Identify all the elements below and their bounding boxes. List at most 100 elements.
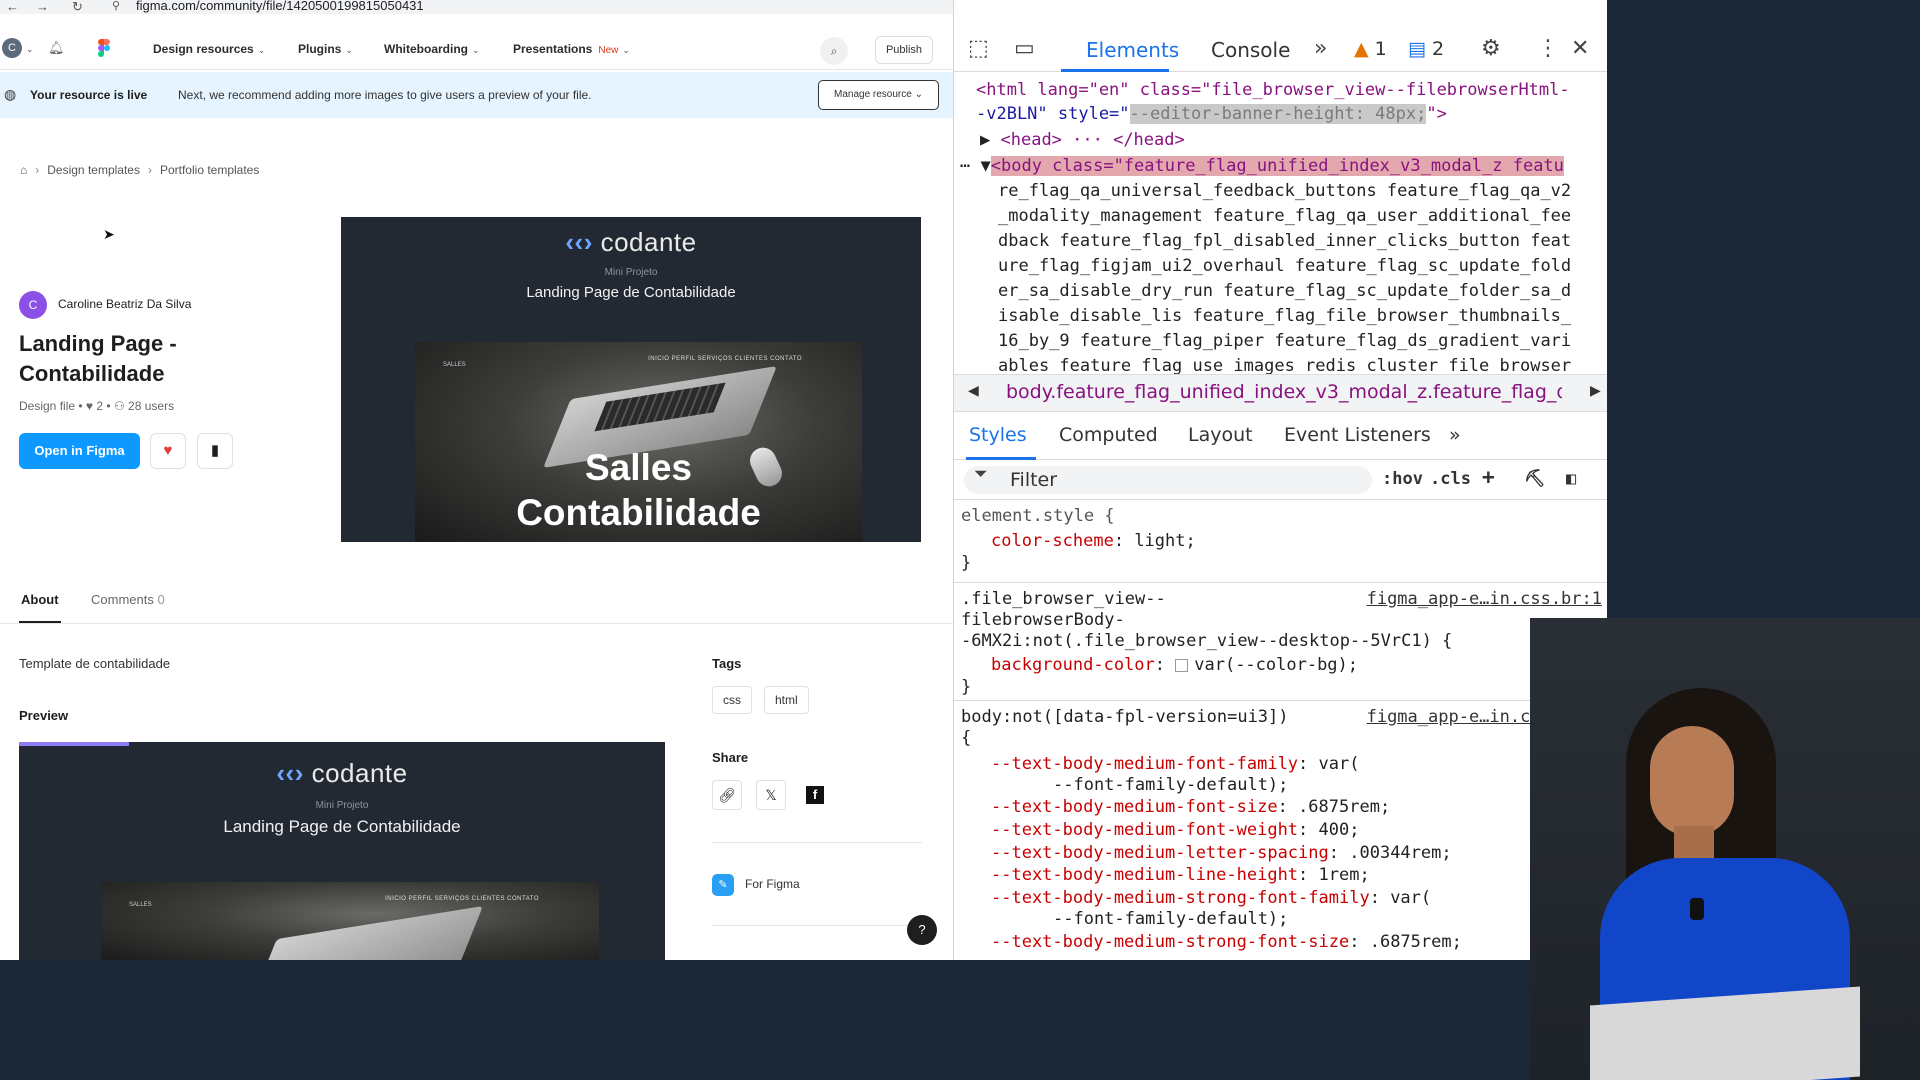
tab-about[interactable]: About — [21, 592, 59, 607]
nav-presentations[interactable]: Presentations New ⌄ — [513, 42, 630, 56]
chevron-right-icon: › — [35, 163, 40, 177]
share-x-button[interactable]: 𝕏 — [756, 780, 786, 810]
messages-counter[interactable]: ▤ 2 — [1408, 38, 1444, 60]
home-icon[interactable]: ⌂ — [20, 163, 27, 177]
rule-source-link[interactable]: figma_app-e…in.css.br:1 — [1367, 589, 1602, 610]
banner-message: Next, we recommend adding more images to… — [178, 88, 592, 102]
rule-selector[interactable]: body:not([data-fpl-version=ui3]) — [961, 707, 1289, 728]
dom-html-line[interactable]: <html lang="en" class="file_browser_view… — [976, 78, 1570, 103]
rule-close-brace: } — [961, 677, 972, 697]
forward-icon[interactable]: → — [36, 0, 49, 14]
breadcrumb-portfolio-templates[interactable]: Portfolio templates — [160, 163, 259, 177]
preview-image[interactable]: ‹‹› codante Mini Projeto Landing Page de… — [19, 746, 665, 960]
more-subtabs-icon[interactable]: » — [1449, 424, 1461, 446]
x-logo-icon: 𝕏 — [765, 787, 777, 803]
rule-property[interactable]: --text-body-medium-line-height: 1rem; — [991, 865, 1370, 886]
photo-logo-text: SALLES — [443, 362, 466, 368]
close-icon[interactable]: ✕ — [1571, 36, 1589, 61]
rule-property[interactable]: --text-body-medium-letter-spacing: .0034… — [991, 843, 1452, 864]
preview-photo: INICIO PERFIL SERVIÇOS CLIENTES CONTATO … — [101, 882, 599, 960]
notifications-bell-icon[interactable]: 🔔︎ — [48, 40, 65, 56]
rule-file-browser-body: .file_browser_view-- figma_app-e…in.css.… — [954, 583, 1607, 701]
tab-event-listeners[interactable]: Event Listeners — [1284, 424, 1431, 446]
manage-resource-button[interactable]: Manage resource ⌄ — [818, 80, 939, 110]
rule-property[interactable]: --text-body-medium-strong-font-family: v… — [991, 888, 1431, 909]
dom-breadcrumb-bar: ◀ body.feature_flag_unified_index_v3_mod… — [954, 374, 1607, 412]
rule-selector[interactable]: element.style { — [961, 506, 1115, 527]
globe-icon: ◍ — [4, 86, 17, 102]
rule-property[interactable]: color-scheme: light; — [991, 531, 1196, 552]
tab-elements[interactable]: Elements — [1086, 38, 1179, 62]
rule-property[interactable]: --text-body-medium-font-family: var( — [991, 754, 1359, 775]
dom-html-line-cont[interactable]: -v2BLN" style="--editor-banner-height: 4… — [976, 102, 1447, 127]
nav-design-resources[interactable]: Design resources ⌄ — [153, 42, 265, 56]
tab-comments[interactable]: Comments 0 — [91, 592, 165, 607]
file-meta: Design file • ♥ 2 • ⚇ 28 users — [19, 399, 175, 413]
bookmark-button[interactable]: ▮ — [197, 433, 233, 469]
device-toolbar-icon[interactable]: ▭ — [1014, 36, 1035, 61]
search-icon[interactable]: ⌕ — [820, 37, 848, 65]
toggle-sidebar-icon[interactable]: ◧ — [1566, 469, 1576, 489]
tags-label: Tags — [712, 656, 742, 671]
dom-head-line[interactable]: ▶ <head> ··· </head> — [980, 128, 1185, 153]
rule-selector[interactable]: .file_browser_view-- — [961, 589, 1166, 610]
like-button[interactable]: ♥ — [150, 433, 186, 469]
tab-layout[interactable]: Layout — [1188, 424, 1253, 446]
tag-html[interactable]: html — [764, 686, 809, 714]
tab-console[interactable]: Console — [1211, 38, 1290, 62]
dom-body-class-line: isable_disable_lis feature_flag_file_bro… — [998, 306, 1572, 326]
styles-subtabs: Styles Computed Layout Event Listeners » — [954, 412, 1607, 460]
rule-property[interactable]: --text-body-medium-font-weight: 400; — [991, 820, 1359, 841]
file-thumbnail[interactable]: ‹‹› codante Mini Projeto Landing Page de… — [341, 217, 921, 542]
dom-breadcrumb-path[interactable]: body.feature_flag_unified_index_v3_modal… — [1006, 381, 1562, 403]
tab-styles[interactable]: Styles — [969, 424, 1027, 446]
rule-selector[interactable]: filebrowserBody- — [961, 610, 1125, 631]
rule-property[interactable]: background-color: var(--color-bg); — [991, 655, 1358, 676]
dom-body-line[interactable]: ⋯ ▼<body class="feature_flag_unified_ind… — [960, 154, 1564, 179]
author-name[interactable]: Caroline Beatriz Da Silva — [58, 297, 191, 311]
codante-logo: ‹‹› codante — [565, 227, 697, 257]
tag-css[interactable]: css — [712, 686, 752, 714]
open-in-figma-button[interactable]: Open in Figma — [19, 433, 140, 469]
url-text[interactable]: figma.com/community/file/142050019981505… — [136, 0, 424, 13]
more-tabs-icon[interactable]: » — [1314, 36, 1327, 61]
styles-filter-input[interactable]: Filter — [964, 466, 1372, 494]
site-info-icon[interactable]: ⚲ — [112, 0, 120, 12]
color-swatch[interactable] — [1175, 658, 1189, 672]
share-label: Share — [712, 750, 749, 765]
rule-element-style: element.style { color-scheme: light; } — [954, 500, 1607, 583]
nav-plugins[interactable]: Plugins ⌄ — [298, 42, 353, 56]
new-rule-icon[interactable]: + — [1482, 465, 1495, 489]
dom-body-class-line: _modality_management feature_flag_qa_use… — [998, 206, 1572, 226]
publish-button[interactable]: Publish — [875, 36, 933, 64]
chevron-down-icon: ⌄ — [622, 45, 630, 55]
copy-link-button[interactable]: 🔗︎ — [712, 780, 742, 810]
scroll-right-icon[interactable]: ▶ — [1590, 383, 1601, 399]
rule-property[interactable]: --text-body-medium-strong-font-size: .68… — [991, 932, 1462, 953]
rule-property[interactable]: --text-body-medium-font-size: .6875rem; — [991, 797, 1390, 818]
account-avatar[interactable]: C — [2, 38, 22, 58]
facebook-icon: f — [806, 786, 824, 804]
scroll-left-icon[interactable]: ◀ — [968, 383, 979, 399]
inspect-element-icon[interactable]: ⬚ — [968, 36, 989, 61]
breadcrumb-design-templates[interactable]: Design templates — [47, 163, 140, 177]
nav-whiteboarding[interactable]: Whiteboarding ⌄ — [384, 42, 480, 56]
hov-toggle[interactable]: :hov — [1382, 469, 1423, 489]
chevron-right-icon: › — [147, 163, 152, 177]
cls-toggle[interactable]: .cls — [1430, 469, 1471, 489]
settings-gear-icon[interactable]: ⚙ — [1481, 36, 1501, 61]
chevron-down-icon[interactable]: ⌄ — [26, 44, 34, 55]
figma-logo-icon[interactable] — [98, 39, 110, 57]
preview-label: Preview — [19, 708, 69, 723]
top-navigation: C ⌄ 🔔︎ Design resources ⌄ Plugins ⌄ Whiteb… — [0, 30, 953, 70]
back-icon[interactable]: ← — [6, 0, 19, 14]
tab-computed[interactable]: Computed — [1059, 424, 1158, 446]
paint-brush-icon[interactable]: ⛏ — [1524, 469, 1546, 489]
warnings-counter[interactable]: ▲ 1 — [1354, 38, 1387, 60]
help-button[interactable]: ? — [907, 915, 937, 945]
more-options-icon[interactable]: ⋮ — [1537, 36, 1559, 61]
rule-selector[interactable]: -6MX2i:not(.file_browser_view--desktop--… — [961, 631, 1452, 652]
reload-icon[interactable]: ↻ — [72, 0, 83, 15]
author-avatar[interactable]: C — [19, 291, 47, 319]
share-facebook-button[interactable]: f — [800, 780, 830, 810]
